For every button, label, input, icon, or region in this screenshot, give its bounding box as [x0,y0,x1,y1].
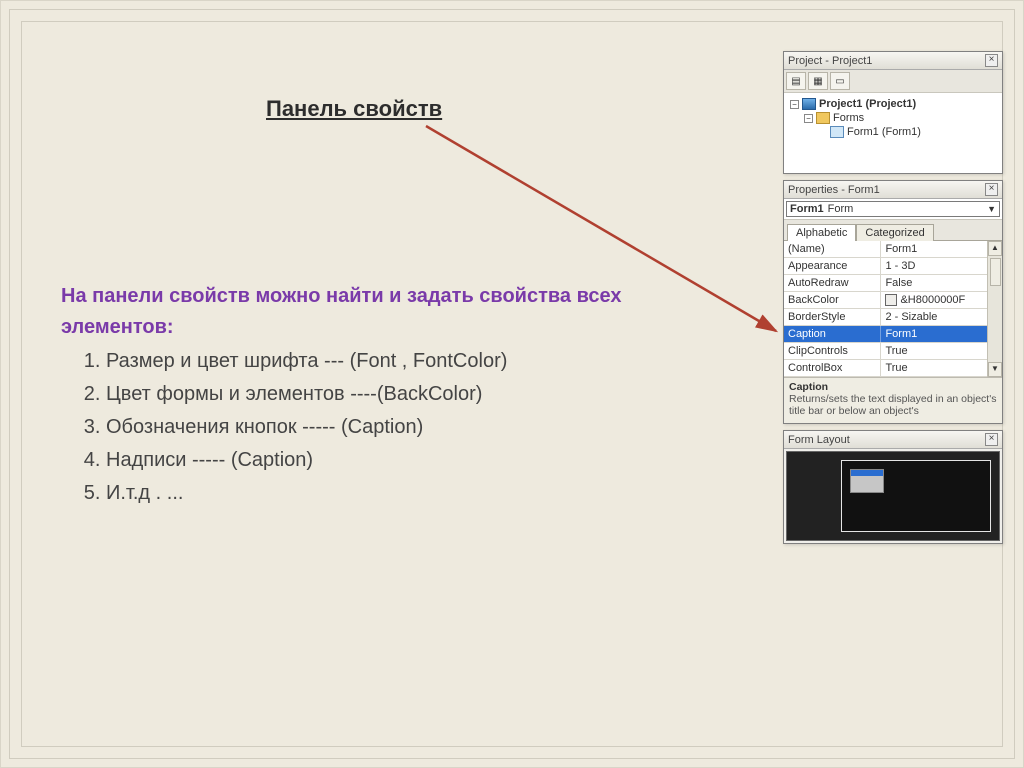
property-value[interactable]: &H8000000F [881,292,987,308]
screen-icon [841,460,991,532]
property-name: Appearance [784,258,881,274]
project-pane: Project - Project1 × ▤ ▦ ▭ − Project1 (P… [783,51,1003,174]
property-value[interactable]: True [881,343,987,359]
property-row[interactable]: BorderStyle 2 - Sizable [784,309,987,326]
chevron-down-icon: ▼ [987,204,996,214]
desc-text: Returns/sets the text displayed in an ob… [789,393,996,417]
project-pane-title: Project - Project1 [788,55,872,67]
property-row[interactable]: (Name) Form1 [784,241,987,258]
body-text: На панели свойств можно найти и задать с… [61,281,701,510]
object-selector[interactable]: Form1 Form ▼ [786,201,1000,217]
form-layout-pane: Form Layout × [783,430,1003,544]
property-row[interactable]: ControlBox True [784,360,987,377]
close-icon[interactable]: × [985,433,998,446]
property-value-text: True [885,362,907,374]
tree-node-project[interactable]: Project1 (Project1) [819,98,916,110]
property-name: AutoRedraw [784,275,881,291]
property-value[interactable]: False [881,275,987,291]
property-name: Caption [784,326,881,342]
color-swatch-icon [885,294,897,306]
property-row[interactable]: Caption Form1 [784,326,987,343]
property-value-text: 1 - 3D [885,260,915,272]
tab-alphabetic[interactable]: Alphabetic [787,224,856,241]
form-thumb[interactable] [850,469,884,493]
property-row[interactable]: BackColor&H8000000F [784,292,987,309]
tree-node-forms[interactable]: Forms [833,112,864,124]
property-row[interactable]: ClipControls True [784,343,987,360]
property-value[interactable]: 2 - Sizable [881,309,987,325]
close-icon[interactable]: × [985,54,998,67]
folder-icon [816,112,830,124]
form-layout-title: Form Layout [788,434,850,446]
view-object-button[interactable]: ▦ [808,72,828,90]
object-name: Form1 [790,203,824,215]
property-value-text: False [885,277,912,289]
desc-title: Caption [789,381,997,393]
form-layout-preview[interactable] [786,451,1000,541]
tab-categorized[interactable]: Categorized [856,224,933,241]
property-value-text: True [885,345,907,357]
list-item: Размер и цвет шрифта --- (Font , FontCol… [106,345,701,378]
property-value-text: Form1 [885,243,917,255]
close-icon[interactable]: × [985,183,998,196]
view-code-button[interactable]: ▤ [786,72,806,90]
intro-text: На панели свойств можно найти и задать с… [61,281,701,343]
object-type: Form [828,203,854,215]
properties-pane: Properties - Form1 × Form1 Form ▼ Alphab… [783,180,1003,424]
property-name: (Name) [784,241,881,257]
page-title: Панель свойств [266,96,442,122]
properties-pane-title: Properties - Form1 [788,184,880,196]
property-row[interactable]: AutoRedraw False [784,275,987,292]
properties-grid[interactable]: (Name) Form1 Appearance 1 - 3D AutoRedraw Fal… [784,240,1002,377]
list-item: Обозначения кнопок ----- (Caption) [106,411,701,444]
property-value-text: 2 - Sizable [885,311,937,323]
property-name: ClipControls [784,343,881,359]
list-item: Надписи ----- (Caption) [106,444,701,477]
property-value-text: &H8000000F [900,294,965,306]
property-row[interactable]: Appearance 1 - 3D [784,258,987,275]
tree-node-form1[interactable]: Form1 (Form1) [847,126,921,138]
scrollbar[interactable]: ▲▼ [987,241,1002,377]
scroll-thumb[interactable] [990,258,1001,286]
property-value[interactable]: Form1 [881,241,987,257]
scroll-up-icon[interactable]: ▲ [988,241,1002,256]
property-value[interactable]: True [881,360,987,376]
property-name: ControlBox [784,360,881,376]
property-value[interactable]: 1 - 3D [881,258,987,274]
project-icon [802,98,816,110]
property-name: BackColor [784,292,881,308]
tree-toggle-icon[interactable]: − [790,100,799,109]
project-toolbar: ▤ ▦ ▭ [784,70,1002,93]
project-tree[interactable]: − Project1 (Project1) − Forms Form1 (For… [784,93,1002,173]
property-value-text: Form1 [885,328,917,340]
list-item: Цвет формы и элементов ----(BackColor) [106,378,701,411]
property-name: BorderStyle [784,309,881,325]
properties-list: Размер и цвет шрифта --- (Font , FontCol… [106,345,701,510]
tree-toggle-icon[interactable]: − [804,114,813,123]
scroll-down-icon[interactable]: ▼ [988,362,1002,377]
property-value[interactable]: Form1 [881,326,987,342]
form-icon [830,126,844,138]
folder-toggle-button[interactable]: ▭ [830,72,850,90]
property-description: Caption Returns/sets the text displayed … [784,377,1002,423]
list-item: И.т.д . ... [106,477,701,510]
